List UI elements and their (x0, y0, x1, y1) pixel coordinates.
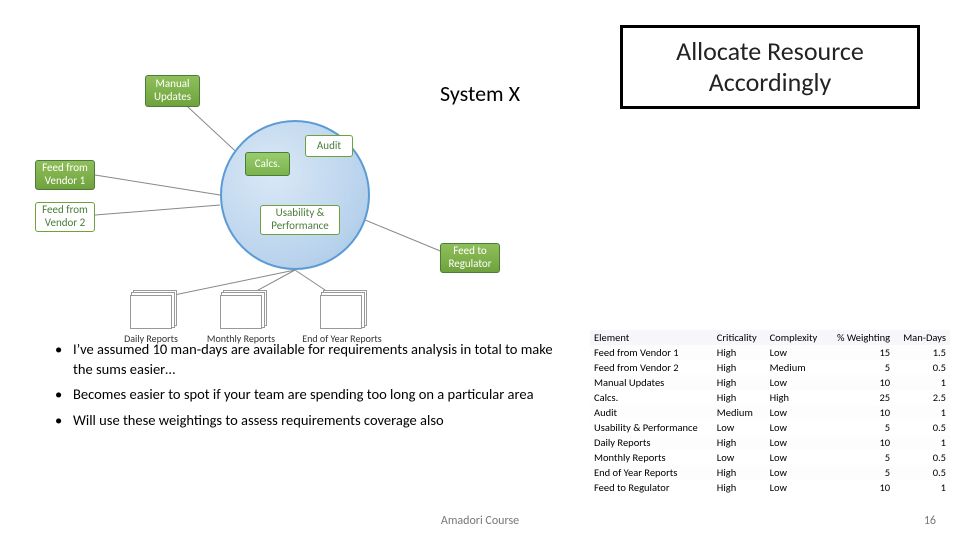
cell-wt: 5 (827, 420, 894, 435)
box-feed-vendor-1: Feed from Vendor 1 (35, 160, 95, 190)
title-line-2: Accordingly (709, 66, 832, 98)
cell-md: 2.5 (894, 390, 950, 405)
table-row: AuditMediumLow101 (590, 405, 950, 420)
bullet-item: I’ve assumed 10 man-days are available f… (55, 340, 575, 379)
weighting-table: Element Criticality Complexity % Weighti… (590, 330, 950, 495)
cell-crit: High (713, 345, 766, 360)
cell-comp: Low (766, 450, 827, 465)
cell-crit: High (713, 375, 766, 390)
table-row: Calcs.HighHigh252.5 (590, 390, 950, 405)
cell-crit: High (713, 435, 766, 450)
table-row: Feed from Vendor 2HighMedium50.5 (590, 360, 950, 375)
cell-comp: Low (766, 345, 827, 360)
col-man-days: Man-Days (894, 330, 950, 345)
cell-el: Daily Reports (590, 435, 713, 450)
box-manual-updates: Manual Updates (145, 75, 200, 107)
stack-icon (320, 295, 362, 329)
box-audit: Audit (305, 135, 353, 157)
cell-crit: High (713, 390, 766, 405)
box-feed-vendor-2: Feed from Vendor 2 (35, 202, 95, 232)
cell-comp: Low (766, 375, 827, 390)
cell-wt: 10 (827, 435, 894, 450)
table-row: Feed to RegulatorHighLow101 (590, 480, 950, 495)
bullet-list: I’ve assumed 10 man-days are available f… (55, 340, 575, 436)
table-row: Manual UpdatesHighLow101 (590, 375, 950, 390)
cell-el: Feed from Vendor 2 (590, 360, 713, 375)
cell-md: 1 (894, 375, 950, 390)
cell-md: 0.5 (894, 360, 950, 375)
table-row: End of Year ReportsHighLow50.5 (590, 465, 950, 480)
system-diagram: Manual Updates Feed from Vendor 1 Feed f… (20, 50, 640, 310)
cell-md: 1 (894, 405, 950, 420)
cell-crit: Low (713, 450, 766, 465)
title-line-1: Allocate Resource (676, 35, 864, 67)
cell-crit: Low (713, 420, 766, 435)
bullet-item: Will use these weightings to assess requ… (55, 411, 575, 431)
cell-wt: 5 (827, 360, 894, 375)
table-row: Usability & PerformanceLowLow50.5 (590, 420, 950, 435)
cell-wt: 5 (827, 450, 894, 465)
cell-el: Usability & Performance (590, 420, 713, 435)
cell-el: Audit (590, 405, 713, 420)
cell-md: 1.5 (894, 345, 950, 360)
col-complexity: Complexity (766, 330, 827, 345)
cell-wt: 10 (827, 405, 894, 420)
cell-wt: 25 (827, 390, 894, 405)
box-usability-performance: Usability & Performance (260, 205, 340, 235)
cell-wt: 10 (827, 480, 894, 495)
table-row: Daily ReportsHighLow101 (590, 435, 950, 450)
cell-md: 1 (894, 480, 950, 495)
cell-comp: Low (766, 435, 827, 450)
cell-comp: High (766, 390, 827, 405)
col-criticality: Criticality (713, 330, 766, 345)
col-element: Element (590, 330, 713, 345)
bullet-item: Becomes easier to spot if your team are … (55, 385, 575, 405)
cell-comp: Low (766, 465, 827, 480)
cell-wt: 15 (827, 345, 894, 360)
cell-el: End of Year Reports (590, 465, 713, 480)
cell-md: 1 (894, 435, 950, 450)
table-row: Feed from Vendor 1HighLow151.5 (590, 345, 950, 360)
table-row: Monthly ReportsLowLow50.5 (590, 450, 950, 465)
stack-icon (220, 295, 262, 329)
footer-course: Amadori Course (0, 514, 960, 528)
box-feed-regulator: Feed to Regulator (440, 243, 500, 273)
table-header-row: Element Criticality Complexity % Weighti… (590, 330, 950, 345)
col-weighting: % Weighting (827, 330, 894, 345)
cell-wt: 10 (827, 375, 894, 390)
box-calcs: Calcs. (245, 152, 290, 176)
cell-md: 0.5 (894, 420, 950, 435)
slide-title: Allocate Resource Accordingly (620, 25, 920, 109)
cell-crit: Medium (713, 405, 766, 420)
cell-wt: 5 (827, 465, 894, 480)
cell-el: Manual Updates (590, 375, 713, 390)
cell-crit: High (713, 360, 766, 375)
footer-page-number: 16 (924, 514, 936, 528)
table-body: Feed from Vendor 1HighLow151.5Feed from … (590, 345, 950, 495)
cell-comp: Low (766, 405, 827, 420)
cell-crit: High (713, 465, 766, 480)
cell-el: Calcs. (590, 390, 713, 405)
cell-md: 0.5 (894, 450, 950, 465)
cell-comp: Low (766, 420, 827, 435)
cell-md: 0.5 (894, 465, 950, 480)
stack-icon (130, 295, 172, 329)
cell-el: Feed from Vendor 1 (590, 345, 713, 360)
cell-comp: Medium (766, 360, 827, 375)
cell-comp: Low (766, 480, 827, 495)
cell-crit: High (713, 480, 766, 495)
cell-el: Monthly Reports (590, 450, 713, 465)
cell-el: Feed to Regulator (590, 480, 713, 495)
